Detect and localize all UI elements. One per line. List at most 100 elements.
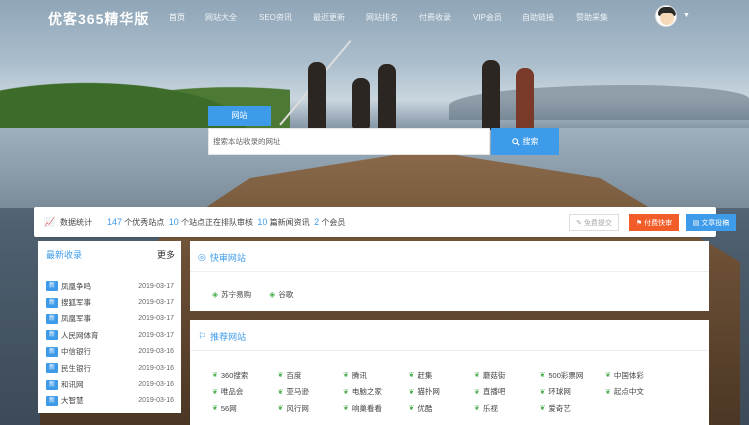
recommend-link[interactable]: ❦ 爱奇艺 [540, 403, 606, 414]
site-logo[interactable]: 优客365精华版 [48, 9, 149, 29]
paid-submit-button[interactable]: ⚑ 付费快审 [629, 214, 679, 231]
leaf-icon: ❦ [277, 372, 284, 380]
leaf-icon: ❦ [277, 388, 284, 396]
recent-item-name[interactable]: 和讯网 [61, 379, 138, 390]
recommend-link[interactable]: ❦ 响巢看看 [343, 403, 409, 414]
list-item[interactable]: 新搜狐军事 2019-03-17 [46, 294, 174, 310]
paid-submit-label: 付费快审 [644, 219, 673, 227]
search-input[interactable] [209, 129, 489, 154]
list-item[interactable]: 新民生银行 2019-03-16 [46, 360, 174, 376]
chevron-down-icon[interactable]: ▼ [683, 12, 690, 19]
recommend-link[interactable]: ❦ 环球网 [540, 386, 606, 397]
nav-item-directory[interactable]: 网站大全 [205, 12, 237, 23]
recommend-link-label: 500彩票网 [548, 370, 584, 380]
quick-link[interactable]: ◈ 谷歌 [269, 289, 293, 300]
nav-item-collect[interactable]: 赞助采集 [576, 12, 608, 23]
search-box [208, 128, 490, 155]
pending-text: 个站点正在排队审核 [180, 218, 253, 227]
recommend-link-label: 起点中文 [613, 387, 644, 397]
background-person [308, 62, 326, 132]
list-item[interactable]: 新中信银行 2019-03-16 [46, 344, 174, 360]
recent-item-name[interactable]: 人民网体育 [61, 330, 138, 341]
stats-bar: 📈 数据统计 147 个优秀站点 10 个站点正在排队审核 10 篇新闻资讯 2… [34, 207, 736, 237]
list-item[interactable]: 新和讯网 2019-03-16 [46, 376, 174, 392]
recommend-link[interactable]: ❦ 风行网 [278, 403, 344, 414]
leaf-icon: ❦ [605, 372, 611, 380]
recommend-link[interactable]: ❦ 蘑菇街 [474, 370, 540, 381]
recommend-link[interactable]: ❦ 优酷 [409, 403, 475, 414]
leaf-icon: ❦ [343, 372, 349, 380]
new-badge: 新 [46, 330, 58, 341]
recommend-link-label: 中国体彩 [613, 370, 644, 380]
search-button[interactable]: 搜索 [491, 128, 559, 155]
recommend-link-label: 风行网 [286, 403, 309, 413]
recommend-link[interactable]: ❦ 亚马逊 [278, 386, 344, 397]
recommend-link[interactable]: ❦ 乐视 [474, 403, 540, 414]
recommend-link[interactable]: ❦ 56网 [212, 403, 278, 414]
recommend-link[interactable]: ❦ 电脑之家 [343, 386, 409, 397]
new-badge: 新 [46, 379, 58, 390]
pending-count: 10 [168, 217, 179, 227]
recommend-row: ❦ 360搜索 ❦ 百度 ❦ 腾讯 ❦ 赶集 ❦ 蘑菇街 ❦ 500彩票网 ❦ 中国体彩 [212, 367, 702, 384]
recent-item-name[interactable]: 中信银行 [61, 346, 138, 357]
list-item[interactable]: 新大智慧 2019-03-16 [46, 393, 174, 409]
quick-link-label: 谷歌 [278, 290, 294, 299]
nav-item-vip[interactable]: VIP会员 [473, 12, 502, 23]
sites-count: 147 [107, 217, 123, 227]
recent-item-date: 2019-03-17 [138, 331, 174, 339]
recommend-row: ❦ 唯品会 ❦ 亚马逊 ❦ 电脑之家 ❦ 猫扑网 ❦ 直播吧 ❦ 环球网 ❦ 起点中文 [212, 384, 702, 401]
quick-link-label: 苏宁易购 [221, 290, 252, 299]
recent-item-date: 2019-03-16 [138, 348, 174, 356]
recent-item-name[interactable]: 搜狐军事 [61, 297, 138, 308]
leaf-icon: ❦ [212, 372, 218, 380]
list-item[interactable]: 新人民网体育 2019-03-17 [46, 327, 174, 343]
recommend-panel: ⚐ 推荐网站 ❦ 360搜索 ❦ 百度 ❦ 腾讯 ❦ 赶集 ❦ 蘑菇街 ❦ 500彩票网 ❦… [190, 320, 709, 425]
recent-item-date: 2019-03-16 [138, 364, 174, 372]
nav-item-ranking[interactable]: 网站排名 [366, 12, 398, 23]
recommend-link[interactable]: ❦ 赶集 [409, 370, 475, 381]
recommend-header: ⚐ 推荐网站 [198, 330, 246, 343]
background-person [378, 64, 396, 134]
diamond-icon: ◈ [212, 290, 219, 299]
recent-item-date: 2019-03-16 [138, 381, 174, 389]
recommend-link[interactable]: ❦ 百度 [278, 370, 344, 381]
nav-item-paid[interactable]: 付费收录 [419, 12, 451, 23]
members-count: 2 [314, 217, 320, 227]
members-text: 个会员 [321, 218, 346, 227]
nav-item-seo[interactable]: SEO资讯 [259, 12, 292, 23]
quick-link[interactable]: ◈ 苏宁易购 [212, 289, 251, 300]
leaf-icon: ❦ [212, 388, 218, 396]
recent-item-name[interactable]: 大智慧 [61, 395, 138, 406]
list-item[interactable]: 新凤凰争鸣 2019-03-17 [46, 278, 174, 294]
user-avatar[interactable] [655, 5, 677, 27]
search-button-label: 搜索 [522, 137, 539, 146]
leaf-icon: ❦ [343, 388, 349, 396]
recent-item-name[interactable]: 民生银行 [61, 363, 138, 374]
recommend-link-label: 电脑之家 [351, 387, 382, 397]
search-tab-site[interactable]: 网站 [208, 106, 271, 126]
recent-item-name[interactable]: 凤凰军事 [61, 313, 138, 324]
recommend-link[interactable]: ❦ 腾讯 [343, 370, 409, 381]
nav-item-updates[interactable]: 最近更新 [313, 12, 345, 23]
news-text: 篇新闻资讯 [269, 218, 310, 227]
leaf-icon: ❦ [408, 405, 415, 413]
quick-review-header: ◎ 快审网站 [198, 251, 246, 264]
free-submit-button[interactable]: ✎ 免费提交 [569, 214, 619, 231]
new-badge: 新 [46, 363, 58, 374]
edit-icon: ✎ [576, 219, 582, 227]
nav-item-home[interactable]: 首页 [169, 12, 185, 23]
recent-more-link[interactable]: 更多 [157, 248, 175, 261]
recommend-link[interactable]: ❦ 中国体彩 [605, 370, 671, 381]
recommend-link[interactable]: ❦ 360搜索 [212, 370, 278, 381]
target-icon: ◎ [198, 252, 206, 262]
list-item[interactable]: 新凤凰军事 2019-03-17 [46, 311, 174, 327]
nav-item-links[interactable]: 自助链接 [522, 12, 554, 23]
recommend-link[interactable]: ❦ 500彩票网 [540, 370, 606, 381]
recommend-link[interactable]: ❦ 直播吧 [474, 386, 540, 397]
recommend-link[interactable]: ❦ 猫扑网 [409, 386, 475, 397]
recent-item-name[interactable]: 凤凰争鸣 [61, 281, 138, 292]
recommend-link[interactable]: ❦ 起点中文 [605, 386, 671, 397]
recommend-link[interactable]: ❦ 唯品会 [212, 386, 278, 397]
article-submit-button[interactable]: ▤ 文章投稿 [686, 214, 736, 231]
leaf-icon: ❦ [539, 405, 546, 413]
